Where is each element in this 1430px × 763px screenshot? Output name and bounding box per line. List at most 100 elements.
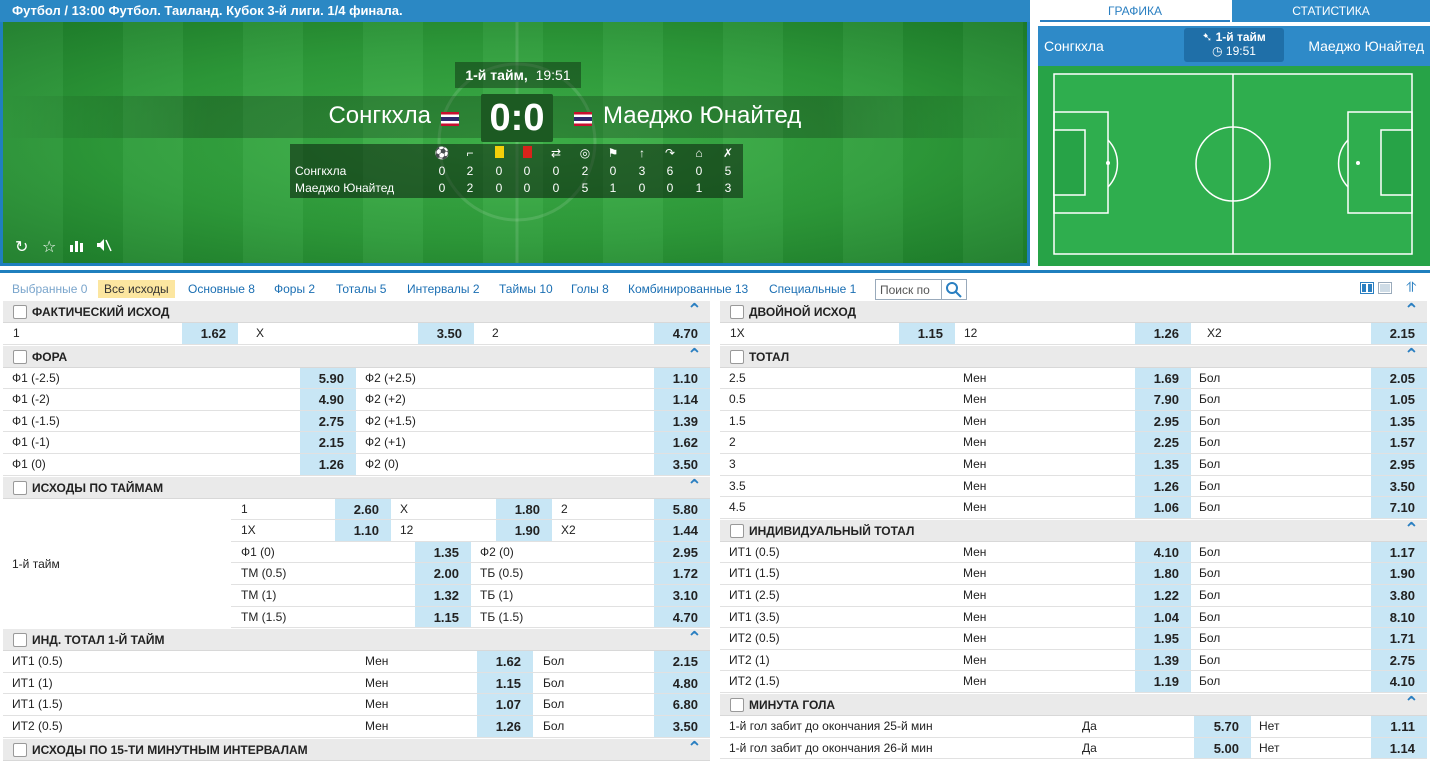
odds-button[interactable]: 2.00 <box>415 563 471 584</box>
odds-button[interactable]: 6.80 <box>654 694 710 715</box>
filter-tab[interactable]: Голы 8 <box>565 280 615 298</box>
odds-button[interactable]: 1.80 <box>1135 563 1191 584</box>
odds-button[interactable]: 3.80 <box>1371 584 1427 606</box>
search-button[interactable] <box>941 279 967 300</box>
odds-button[interactable]: 2.75 <box>1371 649 1427 671</box>
odds-button[interactable]: 1.06 <box>1135 497 1191 518</box>
collapse-caret-icon[interactable]: ⌃ <box>687 628 702 649</box>
odds-button[interactable]: 1.32 <box>415 584 471 606</box>
odds-button[interactable]: 1.11 <box>1371 715 1427 737</box>
odds-button[interactable]: 4.70 <box>654 606 710 628</box>
odds-button[interactable]: 1.10 <box>654 367 710 389</box>
odds-button[interactable]: 2.15 <box>1371 323 1427 344</box>
market-checkbox[interactable] <box>730 305 744 319</box>
filter-tab[interactable]: Таймы 10 <box>493 280 559 298</box>
odds-button[interactable]: 1.35 <box>1135 453 1191 475</box>
tab-graphics[interactable]: ГРАФИКА <box>1040 0 1230 22</box>
filter-tab[interactable]: Основные 8 <box>182 280 261 298</box>
odds-button[interactable]: 3.50 <box>418 323 474 344</box>
odds-button[interactable]: 1.90 <box>1371 563 1427 584</box>
odds-button[interactable]: 2.15 <box>654 651 710 672</box>
odds-button[interactable]: 1.71 <box>1371 628 1427 649</box>
mute-icon[interactable] <box>96 238 123 257</box>
odds-button[interactable]: 1.26 <box>300 453 356 475</box>
odds-button[interactable]: 2.15 <box>300 432 356 453</box>
market-header[interactable]: ИСХОДЫ ПО ТАЙМАМ ⌃ <box>3 476 710 499</box>
odds-button[interactable]: 5.70 <box>1194 715 1251 737</box>
odds-button[interactable]: 7.10 <box>1371 497 1427 518</box>
odds-button[interactable]: 2.95 <box>1135 410 1191 432</box>
odds-button[interactable]: 3.50 <box>654 453 710 475</box>
market-checkbox[interactable] <box>13 480 27 495</box>
breadcrumb[interactable]: Футбол / 13:00 Футбол. Таиланд. Кубок 3-… <box>0 0 1030 22</box>
odds-button[interactable]: 1.69 <box>1135 367 1191 389</box>
odds-button[interactable]: 3.50 <box>654 715 710 737</box>
market-checkbox[interactable] <box>730 523 744 538</box>
odds-button[interactable]: 1.10 <box>335 520 391 541</box>
market-header[interactable]: ТОТАЛ ⌃ <box>720 345 1427 368</box>
odds-button[interactable]: 1.95 <box>1135 628 1191 649</box>
odds-button[interactable]: 1.04 <box>1135 606 1191 628</box>
filter-tab[interactable]: Тоталы 5 <box>330 280 392 298</box>
market-checkbox[interactable] <box>730 697 744 712</box>
filter-tab[interactable]: Интервалы 2 <box>401 280 486 298</box>
filter-tab[interactable]: Форы 2 <box>268 280 321 298</box>
odds-button[interactable]: 1.15 <box>477 672 533 694</box>
market-header[interactable]: ИСХОДЫ ПО 15-ТИ МИНУТНЫМ ИНТЕРВАЛАМ ⌃ <box>3 738 710 761</box>
filter-tab[interactable]: Все исходы <box>98 280 175 298</box>
odds-button[interactable]: 1.39 <box>1135 649 1191 671</box>
odds-button[interactable]: 1.39 <box>654 410 710 432</box>
odds-button[interactable]: 1.05 <box>1371 389 1427 410</box>
odds-button[interactable]: 1.26 <box>477 715 533 737</box>
odds-button[interactable]: 1.44 <box>654 520 710 541</box>
collapse-caret-icon[interactable]: ⌃ <box>1404 693 1419 714</box>
odds-button[interactable]: 1.17 <box>1371 541 1427 563</box>
market-header[interactable]: ФАКТИЧЕСКИЙ ИСХОД ⌃ <box>3 300 710 323</box>
odds-button[interactable]: 4.80 <box>654 672 710 694</box>
odds-button[interactable]: 3.10 <box>654 584 710 606</box>
market-header[interactable]: ДВОЙНОЙ ИСХОД ⌃ <box>720 300 1427 323</box>
odds-button[interactable]: 2.05 <box>1371 367 1427 389</box>
collapse-caret-icon[interactable]: ⌃ <box>1404 345 1419 366</box>
collapse-caret-icon[interactable]: ⌃ <box>687 345 702 366</box>
market-header[interactable]: ФОРА ⌃ <box>3 345 710 368</box>
collapse-caret-icon[interactable]: ⌃ <box>687 738 702 759</box>
market-checkbox[interactable] <box>13 349 27 364</box>
odds-button[interactable]: 1.26 <box>1135 323 1191 344</box>
refresh-icon[interactable]: ↻ <box>15 237 42 257</box>
odds-button[interactable]: 1.57 <box>1371 432 1427 453</box>
odds-button[interactable]: 2.75 <box>300 410 356 432</box>
odds-button[interactable]: 1.62 <box>477 651 533 672</box>
odds-button[interactable]: 3.50 <box>1371 475 1427 497</box>
odds-button[interactable]: 1.90 <box>496 520 552 541</box>
collapse-caret-icon[interactable]: ⌃ <box>1404 300 1419 321</box>
market-header[interactable]: ИНДИВИДУАЛЬНЫЙ ТОТАЛ ⌃ <box>720 519 1427 542</box>
market-checkbox[interactable] <box>13 305 27 319</box>
odds-button[interactable]: 1.26 <box>1135 475 1191 497</box>
filter-tab[interactable]: Специальные 1 <box>763 280 862 298</box>
odds-button[interactable]: 1.07 <box>477 694 533 715</box>
one-column-view-icon[interactable] <box>1378 282 1392 297</box>
odds-button[interactable]: 5.90 <box>300 367 356 389</box>
odds-button[interactable]: 8.10 <box>1371 606 1427 628</box>
odds-button[interactable]: 1.80 <box>496 498 552 520</box>
filter-tab[interactable]: Выбранные 0 <box>6 280 93 298</box>
collapse-caret-icon[interactable]: ⌃ <box>687 476 702 497</box>
collapse-caret-icon[interactable]: ⌃ <box>1404 519 1419 540</box>
odds-button[interactable]: 5.00 <box>1194 737 1251 759</box>
odds-button[interactable]: 1.15 <box>899 323 955 344</box>
odds-button[interactable]: 1.62 <box>654 432 710 453</box>
odds-button[interactable]: 5.80 <box>654 498 710 520</box>
odds-button[interactable]: 2.60 <box>335 498 391 520</box>
market-checkbox[interactable] <box>13 633 27 648</box>
odds-button[interactable]: 1.22 <box>1135 584 1191 606</box>
stats-icon[interactable] <box>69 238 96 257</box>
odds-button[interactable]: 1.14 <box>654 389 710 410</box>
star-icon[interactable]: ☆ <box>42 237 69 257</box>
odds-button[interactable]: 7.90 <box>1135 389 1191 410</box>
odds-button[interactable]: 1.62 <box>182 323 238 344</box>
market-checkbox[interactable] <box>730 349 744 364</box>
odds-button[interactable]: 1.35 <box>1371 410 1427 432</box>
odds-button[interactable]: 1.19 <box>1135 671 1191 692</box>
odds-button[interactable]: 4.10 <box>1135 541 1191 563</box>
